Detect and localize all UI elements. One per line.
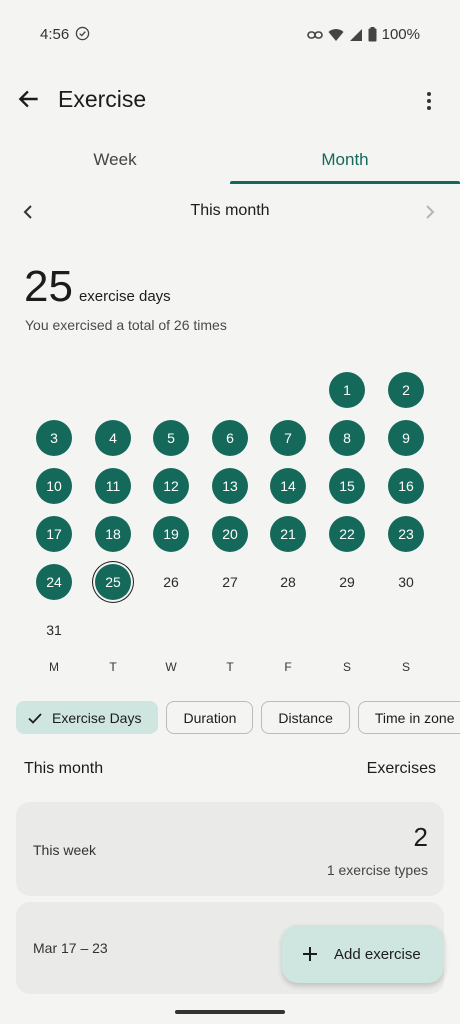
- status-time: 4:56: [40, 26, 70, 43]
- weekday-label: S: [401, 660, 410, 674]
- section-header: This month Exercises: [24, 760, 436, 778]
- calendar-day[interactable]: 15: [329, 468, 365, 504]
- page-title: Exercise: [58, 86, 147, 112]
- calendar-day[interactable]: 30: [388, 564, 424, 600]
- chip-label: Time in zone: [374, 709, 455, 726]
- tab-week[interactable]: Week: [0, 138, 230, 184]
- app-bar: Exercise: [0, 68, 460, 132]
- card-label: Mar 17 – 23: [33, 940, 108, 956]
- calendar-day[interactable]: 3: [36, 420, 72, 456]
- filter-chip[interactable]: Distance: [261, 701, 350, 734]
- check-circle-icon: [75, 26, 90, 41]
- status-bar: 4:56 100%: [0, 0, 460, 68]
- period-label: This month: [190, 202, 270, 219]
- calendar-day[interactable]: 29: [329, 564, 365, 600]
- calendar-day[interactable]: 12: [153, 468, 189, 504]
- calendar-day[interactable]: 7: [270, 420, 306, 456]
- period-tabs: Week Month: [0, 138, 460, 184]
- card-value: 2: [413, 822, 428, 852]
- calendar-day[interactable]: 22: [329, 516, 365, 552]
- metric-chips: Exercise Days Duration Distance Time in zon…: [16, 701, 460, 735]
- calendar-day[interactable]: 2: [388, 372, 424, 408]
- chip-label: Exercise Days: [52, 709, 142, 726]
- section-title: This month: [24, 760, 104, 777]
- filter-chip[interactable]: Time in zone: [357, 701, 460, 734]
- cellular-signal-icon: [349, 28, 362, 41]
- plus-icon: [303, 947, 317, 961]
- calendar-day[interactable]: 24: [36, 564, 72, 600]
- filter-chip[interactable]: Duration: [166, 701, 254, 734]
- exercise-days-unit: exercise days: [78, 288, 171, 305]
- more-vert-icon[interactable]: [418, 90, 440, 112]
- add-exercise-button[interactable]: Add exercise: [282, 925, 444, 983]
- weekday-label: M: [49, 660, 59, 674]
- chip-label: Distance: [278, 709, 333, 726]
- calendar-day[interactable]: 5: [153, 420, 189, 456]
- calendar-day[interactable]: 27: [212, 564, 248, 600]
- calendar-day[interactable]: 20: [212, 516, 248, 552]
- calendar-day[interactable]: 8: [329, 420, 365, 456]
- calendar-day[interactable]: 18: [95, 516, 131, 552]
- weekday-label: T: [226, 660, 234, 674]
- check-icon: [28, 712, 42, 724]
- chevron-right-icon[interactable]: [418, 200, 442, 224]
- battery-percent: 100%: [381, 26, 420, 43]
- calendar-day[interactable]: 17: [36, 516, 72, 552]
- tab-indicator: [230, 181, 460, 184]
- weekday-label: S: [342, 660, 351, 674]
- weekday-label: T: [109, 660, 117, 674]
- calendar-day[interactable]: 9: [388, 420, 424, 456]
- calendar-day[interactable]: 25: [95, 564, 131, 600]
- calendar-day[interactable]: 14: [270, 468, 306, 504]
- calendar-day[interactable]: 16: [388, 468, 424, 504]
- arrow-back-icon[interactable]: [16, 86, 42, 112]
- chip-label: Duration: [183, 709, 237, 726]
- summary-card-this-week[interactable]: This week 2 1 exercise types: [16, 802, 444, 896]
- section-metric: Exercises: [366, 760, 436, 777]
- exercise-days-summary: 25 exercise days: [24, 262, 171, 312]
- calendar-day[interactable]: 19: [153, 516, 189, 552]
- calendar-day[interactable]: 10: [36, 468, 72, 504]
- weekday-label: F: [284, 660, 292, 674]
- filter-chip[interactable]: Exercise Days: [16, 701, 159, 734]
- calendar-day[interactable]: 23: [388, 516, 424, 552]
- calendar-day[interactable]: 11: [95, 468, 131, 504]
- exercise-total-text: You exercised a total of 26 times: [25, 317, 227, 333]
- exercise-days-count: 25: [24, 262, 73, 311]
- wifi-icon: [328, 28, 344, 41]
- calendar-day[interactable]: 6: [212, 420, 248, 456]
- card-label: This week: [33, 842, 97, 858]
- calendar-day[interactable]: 31: [36, 612, 72, 648]
- calendar-day[interactable]: 1: [329, 372, 365, 408]
- calendar-day[interactable]: 13: [212, 468, 248, 504]
- calendar-day[interactable]: 26: [153, 564, 189, 600]
- home-indicator[interactable]: [175, 1010, 285, 1014]
- calendar-day[interactable]: 28: [270, 564, 306, 600]
- battery-icon: [368, 27, 377, 42]
- status-icons: 100%: [306, 26, 420, 43]
- calendar-day[interactable]: 4: [95, 420, 131, 456]
- tab-month[interactable]: Month: [230, 138, 460, 184]
- link-icon: [306, 30, 323, 39]
- calendar-day[interactable]: 21: [270, 516, 306, 552]
- add-exercise-label: Add exercise: [334, 945, 421, 963]
- period-nav: This month: [0, 196, 460, 228]
- weekday-label: W: [165, 660, 177, 674]
- card-subtitle: 1 exercise types: [326, 862, 428, 878]
